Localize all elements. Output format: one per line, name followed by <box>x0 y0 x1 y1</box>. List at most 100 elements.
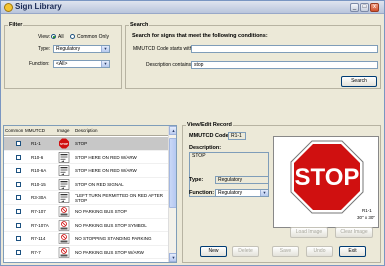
col-image[interactable]: Image <box>57 128 70 133</box>
exit-button[interactable]: Exit <box>339 246 366 257</box>
chevron-down-icon: ▼ <box>260 190 268 196</box>
common-checkbox[interactable] <box>16 154 21 160</box>
row-code: R10-15 <box>31 181 46 187</box>
row-description: STOP HERE ON RED W/ARW <box>75 168 137 174</box>
row-description: STOP <box>75 141 88 146</box>
row-description: NO PARKING BUS STOP <box>75 209 127 214</box>
col-mmutcd[interactable]: MMUTCD <box>25 128 45 133</box>
row-code: R7-107A <box>31 222 49 228</box>
chevron-down-icon: ▼ <box>101 46 109 52</box>
view-label: View: <box>38 34 51 40</box>
window-title: Sign Library <box>15 2 62 11</box>
record-group: View/Edit Record MMUTCD Code: R1-1 Descr… <box>182 122 381 263</box>
scroll-thumb[interactable] <box>169 138 176 208</box>
type-label: Type: <box>38 46 51 52</box>
list-item[interactable]: R7-7 NO PARKING BUS STOP W/ARW <box>4 246 168 260</box>
preview-size: 30" x 30" <box>357 215 375 220</box>
svg-text:STOP: STOP <box>60 142 68 146</box>
row-code: R10-6 <box>31 154 44 160</box>
row-code: R1-1 <box>31 141 41 146</box>
load-image-button[interactable]: Load Image <box>290 227 328 238</box>
row-sign-thumbnail <box>57 151 71 163</box>
row-description: STOP HERE ON RED W/ARW <box>75 154 137 160</box>
delete-button[interactable]: Delete <box>232 246 259 257</box>
row-description: STOP ON RED SIGNAL <box>75 181 124 187</box>
row-code: R10-6A <box>31 168 47 174</box>
record-type-value: Regulatory <box>215 176 269 184</box>
code-starts-input[interactable] <box>191 45 378 53</box>
common-checkbox[interactable] <box>16 168 21 174</box>
close-button[interactable]: x <box>370 3 379 12</box>
scroll-down-icon[interactable]: ▼ <box>169 253 176 262</box>
common-checkbox[interactable] <box>16 141 21 146</box>
row-sign-thumbnail <box>57 247 71 258</box>
list-item[interactable]: R1-1 STOP STOP <box>4 137 168 151</box>
sign-preview: STOP R1-1 30" x 30" <box>273 136 379 228</box>
row-code: R3-30A <box>31 195 47 201</box>
filter-group-label: Filter <box>8 22 24 28</box>
list-item[interactable]: R3-30A "LEFT TURN PERMITTED ON RED AFTER … <box>4 191 168 205</box>
common-checkbox[interactable] <box>16 181 21 187</box>
row-sign-thumbnail <box>57 192 71 204</box>
maximize-button[interactable]: □ <box>360 3 369 12</box>
search-group-label: Search <box>129 22 150 28</box>
row-description: NO PARKING BUS STOP SYMBOL <box>75 222 147 228</box>
function-select[interactable]: <All> ▼ <box>53 60 110 68</box>
common-checkbox[interactable] <box>16 249 21 255</box>
record-code-value: R1-1 <box>228 132 246 140</box>
new-button[interactable]: New <box>200 246 227 257</box>
col-common[interactable]: Common <box>5 128 23 133</box>
filter-group: Filter View: All Common Only Type: Regul… <box>4 22 122 89</box>
record-function-select[interactable]: Regulatory ▼ <box>215 189 269 197</box>
common-checkbox[interactable] <box>16 209 21 214</box>
row-sign-thumbnail: STOP <box>57 138 71 149</box>
record-group-label: View/Edit Record <box>186 122 233 128</box>
function-label: Function: <box>29 61 50 67</box>
record-desc-label: Description: <box>189 145 222 151</box>
search-heading: Search for signs that meet the following… <box>132 33 268 39</box>
common-checkbox[interactable] <box>16 236 21 242</box>
view-all-label: All <box>58 34 64 40</box>
list-item[interactable]: R10-6 STOP HERE ON RED W/ARW <box>4 151 168 165</box>
record-code-label: MMUTCD Code: <box>189 133 231 139</box>
view-common-radio[interactable] <box>70 34 75 39</box>
chevron-down-icon: ▼ <box>101 61 109 67</box>
search-group: Search Search for signs that meet the fo… <box>125 22 381 89</box>
search-button[interactable]: Search <box>341 76 377 87</box>
row-description: NO STOPPING STANDING PARKING <box>75 236 152 242</box>
list-item[interactable]: R10-15 STOP ON RED SIGNAL <box>4 178 168 192</box>
minimize-button[interactable]: _ <box>350 3 359 12</box>
row-sign-thumbnail <box>57 165 71 176</box>
record-function-label: Function: <box>189 190 215 196</box>
common-checkbox[interactable] <box>16 222 21 228</box>
preview-code: R1-1 <box>362 208 372 213</box>
row-description: NO PARKING BUS STOP W/ARW <box>75 249 144 255</box>
list-header: Common MMUTCD Image Description <box>4 126 168 136</box>
list-item[interactable]: R10-6A STOP HERE ON RED W/ARW <box>4 164 168 178</box>
list-scrollbar[interactable]: ▲ ▼ <box>168 126 176 262</box>
row-code: R7-7 <box>31 249 41 255</box>
code-starts-label: MMUTCD Code starts with: <box>133 46 194 52</box>
record-type-label: Type: <box>189 177 204 183</box>
row-sign-thumbnail <box>57 206 71 217</box>
col-description[interactable]: Description <box>75 128 98 133</box>
scroll-up-icon[interactable]: ▲ <box>169 126 176 135</box>
row-code: R7-107 <box>31 209 46 214</box>
view-all-radio[interactable] <box>51 34 56 39</box>
preview-sign-text: STOP <box>295 164 360 191</box>
save-button[interactable]: Save <box>272 246 299 257</box>
clear-image-button[interactable]: Clear Image <box>335 227 373 238</box>
list-item[interactable]: R7-107A NO PARKING BUS STOP SYMBOL <box>4 219 168 233</box>
row-sign-thumbnail <box>57 219 71 231</box>
view-common-label: Common Only <box>77 34 109 40</box>
list-item[interactable]: R7-114 NO STOPPING STANDING PARKING <box>4 232 168 246</box>
type-select[interactable]: Regulatory ▼ <box>53 45 110 53</box>
title-bar: Sign Library _ □ x <box>1 1 384 14</box>
row-sign-thumbnail <box>57 179 71 190</box>
desc-contains-input[interactable]: stop <box>191 61 378 69</box>
undo-button[interactable]: Undo <box>306 246 333 257</box>
app-icon <box>4 3 13 12</box>
common-checkbox[interactable] <box>16 195 21 201</box>
list-item[interactable]: R7-107 NO PARKING BUS STOP <box>4 205 168 219</box>
sign-list: Common MMUTCD Image Description R1-1 STOP… <box>3 125 177 263</box>
